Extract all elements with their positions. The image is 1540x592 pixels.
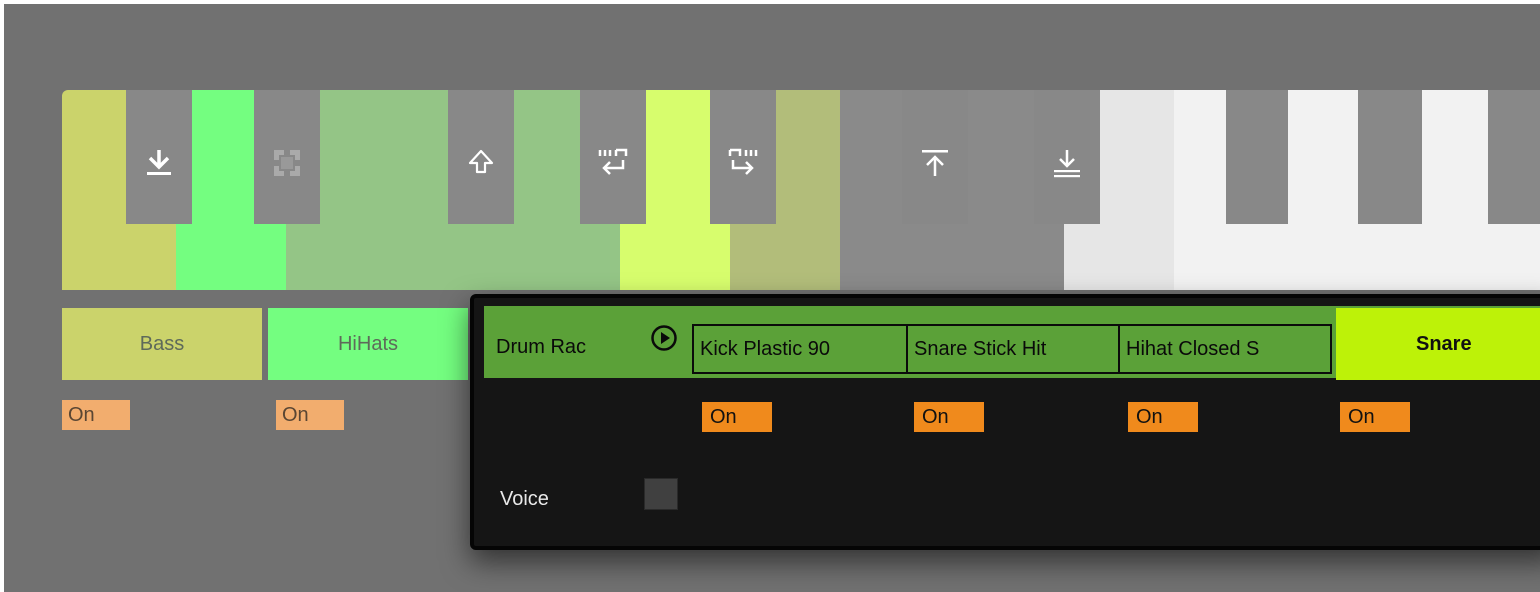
drum-rack-popup: Drum Rac Kick Plastic 90 Snare Stick Hit… [470,294,1540,550]
black-key-5[interactable] [710,90,776,224]
black-key-6[interactable] [902,90,968,224]
chain-snare-on-toggle[interactable]: On [1340,402,1410,432]
arrow-down-double-line-icon [1054,150,1080,178]
black-key-2[interactable] [254,90,320,224]
black-key-3[interactable] [448,90,514,224]
on-label: On [922,405,949,428]
pad-snare-label: Snare Stick Hit [914,337,1047,360]
voice-toggle[interactable] [644,478,678,510]
chain-bass-on-toggle[interactable]: On [62,400,130,430]
black-key-8[interactable] [1226,90,1288,224]
pad-kick[interactable]: Kick Plastic 90 [692,324,908,374]
pad-hihat[interactable]: Hihat Closed S [1118,324,1332,374]
drum-rack-title: Drum Rac [496,336,587,358]
chain-bass[interactable]: Bass [62,308,262,380]
on-label: On [68,403,95,426]
black-key-7[interactable] [1034,90,1100,224]
swap-right-icon [728,148,758,175]
black-key-1[interactable] [126,90,192,224]
swap-left-icon [598,148,628,175]
on-label: On [282,403,309,426]
crop-frame-icon [274,150,300,176]
on-label: On [1348,405,1375,428]
black-key-10[interactable] [1488,90,1540,224]
black-key-9[interactable] [1358,90,1422,224]
arrow-down-to-line-icon [147,150,171,175]
chain-bass-label: Bass [139,332,185,355]
on-label: On [710,405,737,428]
pad-snare[interactable]: Snare Stick Hit [906,324,1120,374]
instrument-rack-view: Bass HiHats On On Drum Rac Kick Plastic … [4,4,1540,592]
chain-hihats-label: HiHats [337,332,398,355]
black-key-4[interactable] [580,90,646,224]
play-circle-icon[interactable] [650,324,678,352]
chain-hihats[interactable]: HiHats [268,308,468,380]
chain-hihats-on-toggle[interactable]: On [276,400,344,430]
pad-kick-label: Kick Plastic 90 [700,337,831,360]
arrow-up-outline-icon [468,149,494,174]
chain-snare[interactable]: Snare [1336,308,1540,380]
arrow-up-from-line-icon [922,150,948,176]
chain-snare-label: Snare [1416,332,1472,355]
on-label: On [1136,405,1163,428]
voice-label: Voice [500,488,549,510]
pad-hihat-label: Hihat Closed S [1126,337,1260,360]
pad-snare-on-toggle[interactable]: On [914,402,984,432]
pad-hihat-on-toggle[interactable]: On [1128,402,1198,432]
pad-kick-on-toggle[interactable]: On [702,402,772,432]
